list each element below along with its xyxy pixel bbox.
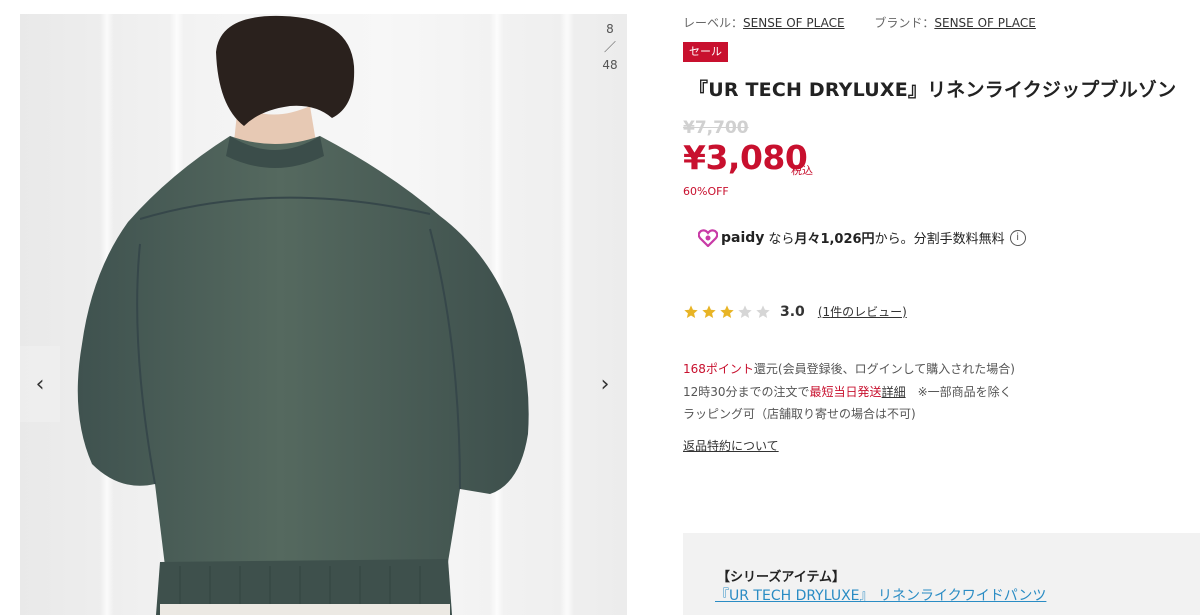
product-info-panel: レーベル：SENSE OF PLACE ブランド：SENSE OF PLACE …	[683, 0, 1200, 615]
discount-rate: 60%OFF	[683, 185, 729, 198]
paidy-text-before: なら	[768, 232, 795, 247]
star-empty-icon	[738, 304, 752, 318]
sale-badge: セール	[683, 42, 728, 62]
return-policy-link[interactable]: 返品特約について	[683, 437, 779, 454]
original-price: ¥7,700	[683, 118, 749, 138]
shipping-details-link[interactable]: 詳細	[882, 385, 906, 399]
brand-link[interactable]: SENSE OF PLACE	[934, 16, 1036, 30]
label-link[interactable]: SENSE OF PLACE	[743, 16, 845, 30]
product-image-gallery[interactable]	[20, 14, 627, 615]
series-items-box: 【シリーズアイテム】 『UR TECH DRYLUXE』 リネンライクワイドパン…	[683, 533, 1200, 615]
star-empty-icon	[756, 304, 770, 318]
brand-prefix: ブランド：	[874, 16, 935, 30]
image-counter: 8 ／ 48	[596, 20, 624, 74]
gallery-next-button[interactable]: ›	[585, 346, 625, 422]
star-filled-icon	[684, 304, 698, 318]
product-page: ‹ › 8 ／ 48 レーベル：SENSE OF PLACE ブランド：SENS…	[0, 0, 1200, 615]
paidy-logo-text: paidy	[721, 229, 765, 246]
gallery-prev-button[interactable]: ‹	[20, 346, 60, 422]
paidy-heart-icon	[698, 228, 718, 247]
info-icon[interactable]: i	[1009, 229, 1026, 246]
label-prefix: レーベル：	[683, 16, 744, 30]
star-filled-icon	[720, 304, 734, 318]
shipping-highlight: 最短当日発送	[809, 384, 882, 399]
purchase-notes: 168ポイント還元(会員登録後、ログインして購入された場合) 12時30分までの…	[683, 358, 1015, 426]
series-title: 【シリーズアイテム】	[717, 570, 846, 585]
image-counter-separator: ／	[603, 40, 616, 54]
rating-score: 3.0	[780, 303, 805, 320]
chevron-right-icon: ›	[600, 371, 610, 397]
paidy-text-after: から。分割手数料無料	[874, 232, 1005, 247]
points-text: 還元(会員登録後、ログインして購入された場合)	[753, 362, 1015, 376]
points-value: 168ポイント	[683, 362, 754, 376]
review-count-link[interactable]: (1件のレビュー)	[818, 303, 907, 320]
tax-label: 税込	[791, 164, 813, 177]
image-counter-total: 48	[602, 58, 618, 72]
review-link-suffix: 件のレビュー)	[830, 305, 907, 319]
label-brand-row: レーベル：SENSE OF PLACE ブランド：SENSE OF PLACE	[683, 14, 1036, 31]
points-note: 168ポイント還元(会員登録後、ログインして購入された場合)	[683, 358, 1015, 381]
shipping-suffix: ※一部商品を除く	[905, 384, 1012, 399]
shipping-prefix: 12時30分までの注文で	[683, 384, 810, 399]
image-counter-current: 8	[606, 22, 614, 36]
paidy-installment-info: paidy なら 月々1,026円 から。分割手数料無料 i	[698, 228, 1026, 247]
product-photo	[77, 15, 529, 615]
star-filled-icon	[702, 304, 716, 318]
chevron-left-icon: ‹	[35, 371, 45, 397]
paidy-logo: paidy	[698, 228, 765, 247]
product-title: 『UR TECH DRYLUXE』リネンライクジップブルゾン	[689, 79, 1177, 101]
shipping-note: 12時30分までの注文で最短当日発送詳細 ※一部商品を除く	[683, 381, 1015, 404]
wrapping-note: ラッピング可（店舗取り寄せの場合は不可)	[683, 407, 916, 421]
review-count: 1	[822, 305, 831, 319]
sale-price: ¥3,080	[683, 138, 808, 177]
product-rating: 3.0 (1件のレビュー)	[683, 303, 907, 320]
paidy-monthly-amount: 月々1,026円	[794, 232, 875, 247]
series-item-link[interactable]: 『UR TECH DRYLUXE』 リネンライクワイドパンツ	[715, 585, 1046, 605]
rating-stars	[683, 304, 771, 320]
